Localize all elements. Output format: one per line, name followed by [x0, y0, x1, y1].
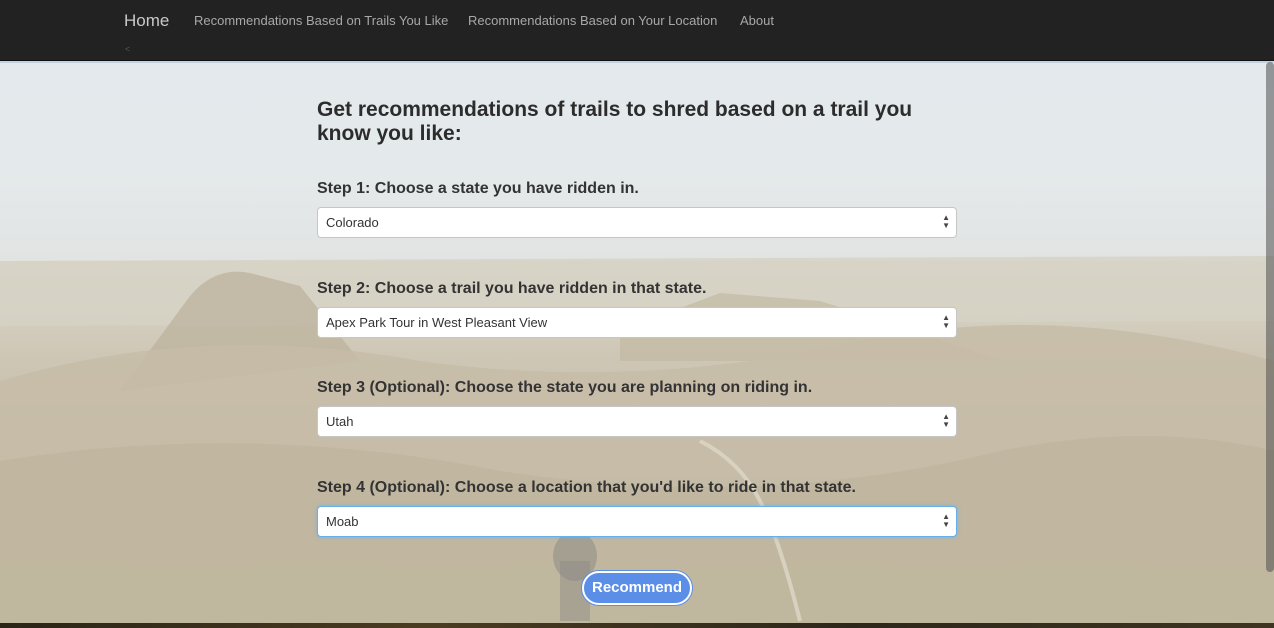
- nav-home-link[interactable]: Home: [124, 11, 169, 31]
- page-heading: Get recommendations of trails to shred b…: [317, 98, 913, 145]
- step-2-label: Step 2: Choose a trail you have ridden i…: [317, 280, 707, 297]
- up-down-arrows-icon: ▲ ▼: [942, 412, 950, 429]
- location-select[interactable]: Moab ▲ ▼: [317, 506, 957, 537]
- planned-state-select[interactable]: Utah ▲ ▼: [317, 406, 957, 437]
- state-select[interactable]: Colorado ▲ ▼: [317, 207, 957, 238]
- nav-link-your-location[interactable]: Recommendations Based on Your Location: [468, 13, 717, 28]
- bottom-photo-strip: [0, 623, 1274, 628]
- nav-link-trails-you-like[interactable]: Recommendations Based on Trails You Like: [194, 13, 448, 28]
- recommend-button[interactable]: Recommend: [582, 571, 692, 605]
- nav-link-about[interactable]: About: [740, 13, 774, 28]
- planned-state-select-value: Utah: [326, 414, 354, 429]
- step-1-label: Step 1: Choose a state you have ridden i…: [317, 180, 639, 197]
- up-down-arrows-icon: ▲ ▼: [942, 512, 950, 529]
- state-select-value: Colorado: [326, 215, 379, 230]
- step-4-label: Step 4 (Optional): Choose a location tha…: [317, 479, 856, 496]
- trail-select-value: Apex Park Tour in West Pleasant View: [326, 315, 548, 330]
- step-3-label: Step 3 (Optional): Choose the state you …: [317, 379, 813, 396]
- page-scrollbar[interactable]: [1266, 62, 1274, 572]
- up-down-arrows-icon: ▲ ▼: [942, 213, 950, 230]
- up-down-arrows-icon: ▲ ▼: [942, 313, 950, 330]
- trail-select[interactable]: Apex Park Tour in West Pleasant View ▲ ▼: [317, 307, 957, 338]
- nav-caret-mark: <: [125, 44, 131, 54]
- top-navbar: Home Recommendations Based on Trails You…: [0, 0, 1274, 61]
- location-select-value: Moab: [326, 514, 359, 529]
